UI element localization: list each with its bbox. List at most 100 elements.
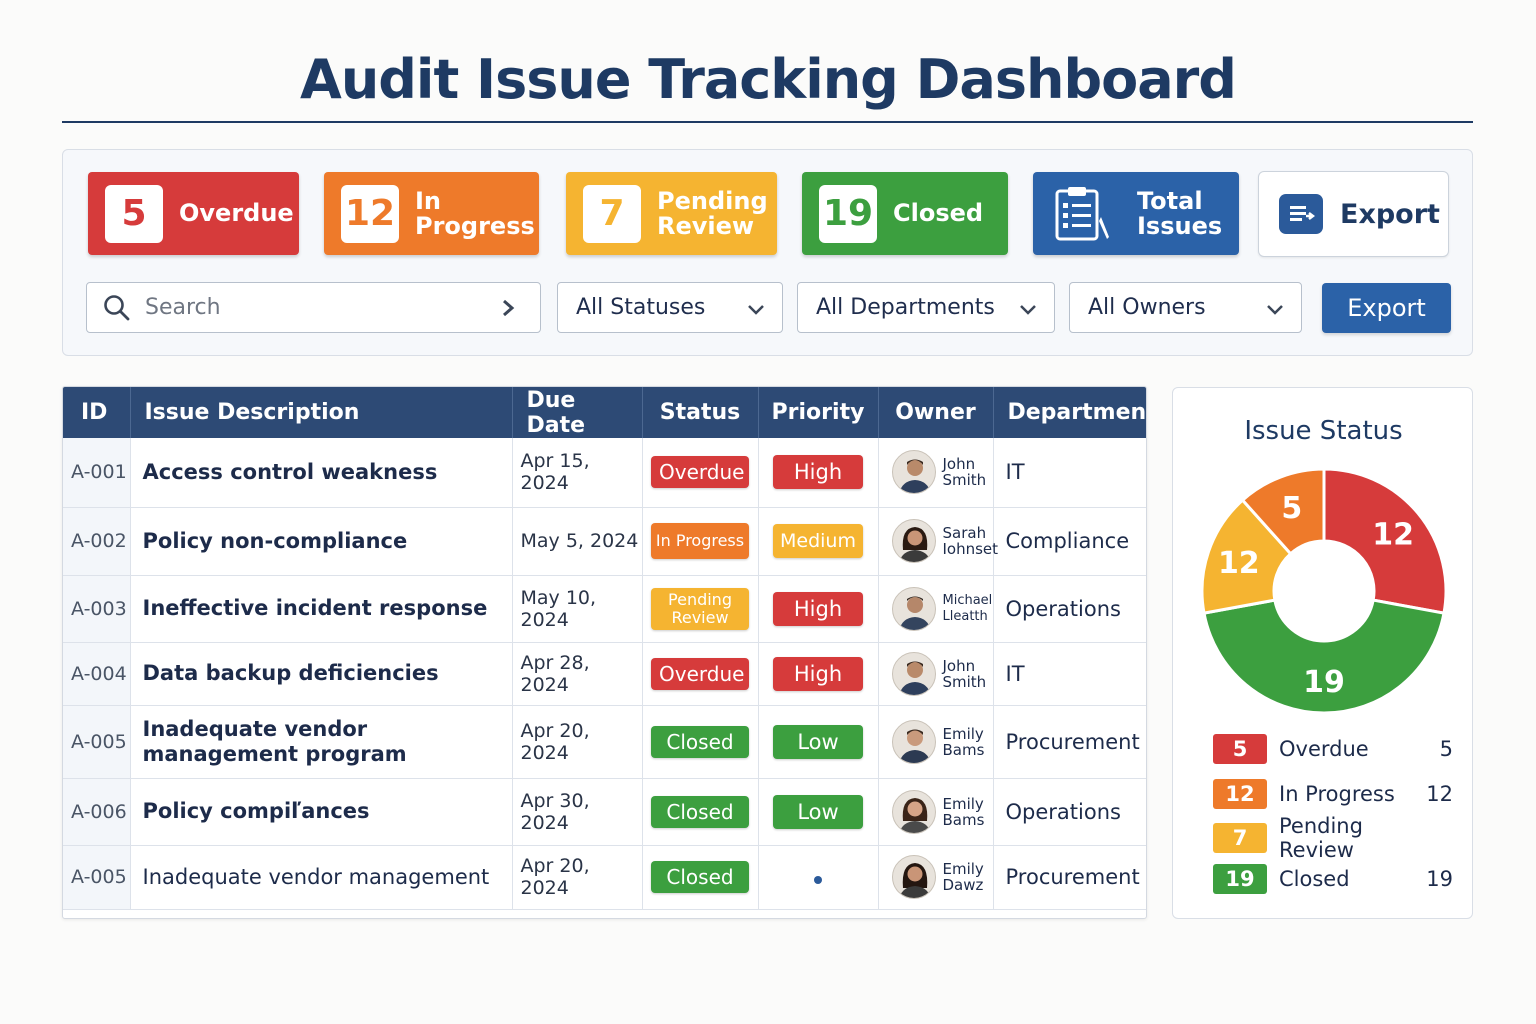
donut-label: 5 [1281,491,1302,526]
legend-item-overdue[interactable]: 5 Overdue 5 [1213,734,1453,764]
legend-label: In Progress [1279,782,1395,806]
issue-status-chart-card: Issue Status 12 19 12 5 5 Overdue 5 12 In P… [1172,387,1473,919]
pending-review-summary-card[interactable]: 7 Pending Review [566,172,777,255]
legend-item-closed[interactable]: 19 Closed 19 [1213,864,1453,894]
column-header-due-date[interactable]: Due Date [512,387,643,438]
column-header-priority[interactable]: Priority [758,387,879,438]
column-header-owner[interactable]: Owner [878,387,994,438]
issue-description[interactable]: Data backup deficiencies [130,642,513,706]
due-date: Apr 28, 2024 [512,642,643,706]
due-date: Apr 20, 2024 [512,845,643,910]
overdue-summary-card[interactable]: 5 Overdue [88,172,299,255]
due-date: Apr 30, 2024 [512,778,643,846]
owner-last-name: Bams [942,740,985,759]
department: Operations [993,778,1146,846]
owner-cell: Emily Bams [879,789,993,834]
department-filter-dropdown[interactable]: All Departments [797,282,1055,333]
department: IT [993,438,1146,508]
issue-description[interactable]: Inadequate vendor management program [130,705,513,779]
table-header-row: ID Issue Description Due Date Status Pri… [63,387,1146,438]
legend-value: 5 [1439,737,1453,761]
issue-id: A-006 [63,778,131,846]
department: Procurement [993,705,1146,779]
export-button[interactable]: Export [1322,283,1451,333]
issue-id: A-001 [63,438,131,508]
column-header-description[interactable]: Issue Description [130,387,513,438]
total-issues-card[interactable]: Total Issues [1033,172,1239,255]
status-badge: Closed [651,795,749,828]
chevron-down-icon [1267,305,1283,315]
closed-label: Closed [893,199,984,227]
table-row[interactable]: A-001 Access control weakness Apr 15, 20… [63,438,1146,508]
column-header-department[interactable]: Department [993,387,1146,438]
in-progress-label: In Progress [415,186,535,240]
status-badge: In Progress [651,523,749,559]
avatar [891,719,936,764]
issue-description[interactable]: Policy non-compliance [130,507,513,576]
owner-cell: John Smith [879,450,993,495]
column-header-status[interactable]: Status [642,387,759,438]
due-date: May 10, 2024 [512,575,643,643]
due-date: May 5, 2024 [512,507,643,576]
department: Operations [993,575,1146,643]
legend-label: Pending Review [1279,814,1363,862]
table-row[interactable]: A-005 Inadequate vendor management progr… [63,705,1146,779]
status-badge: Pending Review [651,587,749,630]
legend-value: 12 [1426,782,1453,806]
legend-label: Closed [1279,867,1350,891]
department-filter-value: All Departments [816,295,995,320]
owner-cell: Emily Bams [879,719,993,764]
closed-summary-card[interactable]: 19 Closed [802,172,1008,255]
donut-label: 12 [1372,517,1414,552]
search-icon [103,293,133,323]
overdue-label: Overdue [179,199,294,227]
owner-cell: Sarah Iohnset [879,519,998,563]
legend-item-in-progress[interactable]: 12 In Progress 12 [1213,779,1453,809]
avatar [891,450,936,495]
issue-description[interactable]: Ineffective incident response [130,575,513,643]
priority-badge: Low [773,794,863,829]
issue-description[interactable]: Inadequate vendor management [130,845,513,910]
title-divider [62,121,1473,123]
export-card-button[interactable]: Export [1258,171,1449,257]
issue-id: A-005 [63,705,131,779]
owner-cell: John Smith [879,651,993,696]
priority-badge: Low [773,724,863,759]
in-progress-summary-card[interactable]: 12 In Progress [324,172,539,255]
export-card-label: Export [1340,198,1440,230]
donut-label: 12 [1218,546,1260,581]
chevron-down-icon [1020,305,1036,315]
status-badge: Overdue [651,456,749,489]
owner-cell: Michael Lleatth [879,586,993,631]
owner-filter-dropdown[interactable]: All Owners [1069,282,1302,333]
legend-label: Overdue [1279,737,1369,761]
owner-last-name: Smith [942,471,987,490]
issues-table: ID Issue Description Due Date Status Pri… [62,386,1147,919]
owner-last-name: Smith [942,672,987,691]
column-header-id[interactable]: ID [63,387,131,438]
table-row[interactable]: A-005 Inadequate vendor management Apr 2… [63,845,1146,910]
status-badge: Overdue [651,657,749,690]
legend-item-pending-review[interactable]: 7 Pending Review [1213,814,1453,862]
export-document-icon [1279,194,1323,234]
due-date: Apr 20, 2024 [512,705,643,779]
issue-description[interactable]: Access control weakness [130,438,513,508]
issue-status-donut-chart: 12 19 12 5 [1200,467,1448,715]
table-row[interactable]: A-003 Ineffective incident response May … [63,575,1146,643]
in-progress-count: 12 [341,184,399,243]
total-issues-label: Total Issues [1137,186,1223,240]
department: IT [993,642,1146,706]
search-box[interactable] [86,282,541,333]
table-row[interactable]: A-004 Data backup deficiencies Apr 28, 2… [63,642,1146,706]
chevron-right-icon[interactable] [500,296,520,320]
table-row[interactable]: A-002 Policy non-compliance May 5, 2024 … [63,507,1146,576]
legend-count: 19 [1213,864,1267,894]
issue-description[interactable]: Policy compiľances [130,778,513,846]
table-row[interactable]: A-006 Policy compiľances Apr 30, 2024 Cl… [63,778,1146,846]
status-filter-dropdown[interactable]: All Statuses [557,282,783,333]
owner-filter-value: All Owners [1088,295,1206,320]
closed-count: 19 [819,184,877,243]
search-input[interactable] [145,295,485,320]
status-badge: Closed [651,861,749,893]
owner-first-name: Emily [942,860,984,878]
